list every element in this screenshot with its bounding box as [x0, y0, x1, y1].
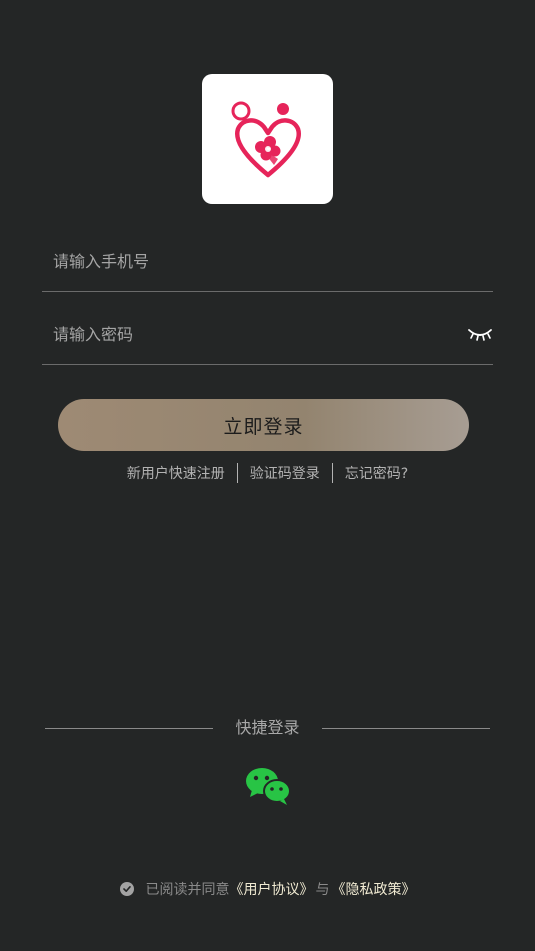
code-login-link[interactable]: 验证码登录: [250, 463, 320, 483]
password-input[interactable]: [53, 304, 453, 364]
divider-left: [45, 728, 213, 729]
link-divider: [331, 463, 333, 483]
phone-input[interactable]: [53, 231, 453, 291]
wechat-icon: [246, 768, 291, 805]
quick-login-title: 快捷登录: [235, 718, 300, 737]
phone-field: [42, 231, 493, 292]
divider-right: [322, 728, 490, 729]
login-button[interactable]: 立即登录: [58, 399, 469, 451]
account-links: 新用户快速注册 验证码登录 忘记密码?: [0, 462, 535, 484]
user-agreement-link[interactable]: 《用户协议》: [230, 879, 314, 899]
heart-family-logo-icon: [231, 101, 301, 178]
agreement-conjunction: 与: [315, 882, 330, 898]
check-circle-icon[interactable]: [119, 882, 134, 896]
agreement-row: 已阅读并同意 《用户协议》 与 《隐私政策》: [0, 878, 535, 900]
register-link[interactable]: 新用户快速注册: [127, 463, 225, 483]
forgot-password-link[interactable]: 忘记密码?: [345, 463, 408, 483]
quick-login-section: 快捷登录: [45, 716, 490, 740]
wechat-login-button[interactable]: [244, 766, 292, 806]
privacy-policy-link[interactable]: 《隐私政策》: [332, 879, 416, 899]
agreement-prefix: 已阅读并同意: [145, 882, 230, 898]
eye-closed-icon[interactable]: [467, 324, 493, 344]
password-field: [42, 304, 493, 365]
app-logo: [202, 74, 333, 204]
link-divider: [236, 463, 238, 483]
